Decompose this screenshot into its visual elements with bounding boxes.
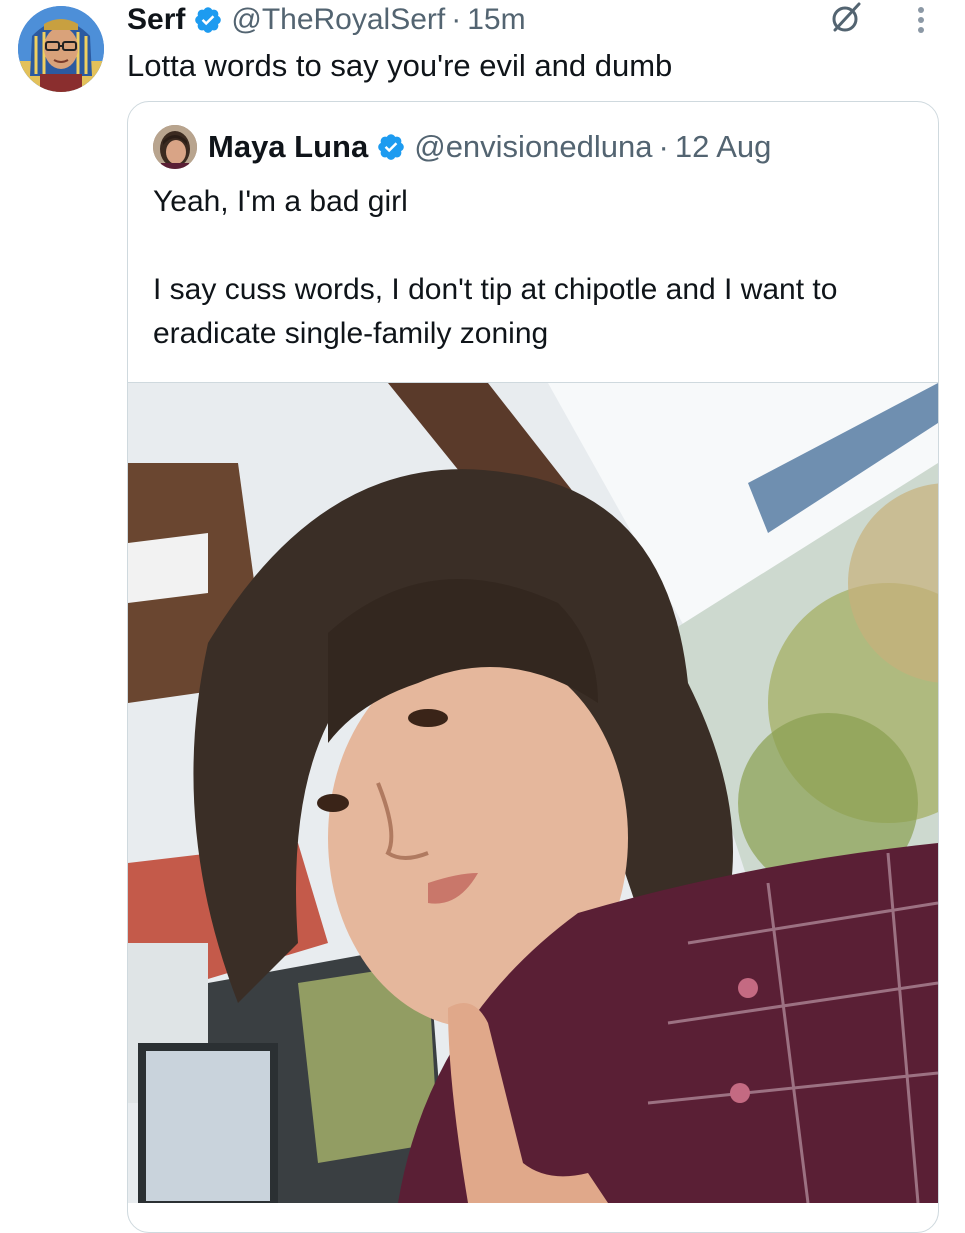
verified-badge-icon xyxy=(193,5,223,35)
tweet-text: Lotta words to say you're evil and dumb xyxy=(127,48,673,83)
quoted-tweet-photo[interactable] xyxy=(128,382,938,1203)
quoted-author-display-name[interactable]: Maya Luna xyxy=(208,129,368,165)
author-avatar[interactable] xyxy=(18,6,104,92)
quoted-header-separator: · xyxy=(658,129,669,164)
author-handle[interactable]: @TheRoyalSerf xyxy=(231,3,445,37)
grok-icon[interactable] xyxy=(828,0,864,36)
tweet-timestamp[interactable]: 15m xyxy=(467,3,525,37)
header-separator: · xyxy=(451,3,462,36)
quoted-text-line: Yeah, I'm a bad girl xyxy=(153,185,408,218)
quoted-tweet-text: Yeah, I'm a bad girl I say cuss words, I… xyxy=(153,180,913,356)
more-options-icon[interactable] xyxy=(910,4,932,36)
quoted-tweet-header: Maya Luna @envisionedluna · 12 Aug xyxy=(208,125,771,169)
quoted-tweet-date[interactable]: 12 Aug xyxy=(675,129,772,165)
quoted-author-handle[interactable]: @envisionedluna xyxy=(414,129,652,165)
quoted-author-avatar[interactable] xyxy=(153,125,197,169)
verified-badge-icon xyxy=(376,132,406,162)
tweet[interactable]: Serf @TheRoyalSerf · 15m Lotta words to … xyxy=(0,0,965,1233)
quoted-text-line: I say cuss words, I don't tip at chipotl… xyxy=(153,273,838,350)
tweet-header: Serf @TheRoyalSerf · 15m xyxy=(127,0,526,40)
quoted-tweet-card[interactable]: Maya Luna @envisionedluna · 12 Aug Yeah,… xyxy=(127,101,939,1233)
author-display-name[interactable]: Serf xyxy=(127,3,185,37)
